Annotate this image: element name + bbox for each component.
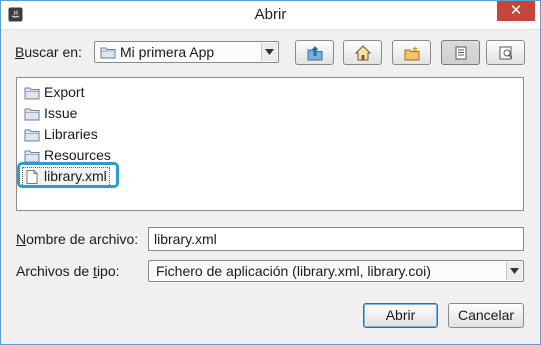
details-view-button[interactable] bbox=[486, 40, 525, 65]
folder-icon bbox=[24, 87, 40, 100]
look-in-combo[interactable]: Mi primera App bbox=[94, 41, 279, 63]
folder-icon bbox=[24, 129, 40, 142]
filetype-combo[interactable]: Fichero de aplicación (library.xml, libr… bbox=[148, 260, 524, 282]
filename-input[interactable] bbox=[154, 229, 514, 249]
look-in-label-text: uscar en: bbox=[24, 44, 82, 60]
filename-label: Nombre de archivo: bbox=[16, 231, 139, 247]
home-button[interactable] bbox=[343, 40, 382, 65]
up-one-level-button[interactable] bbox=[295, 40, 334, 65]
list-item-label: Issue bbox=[44, 105, 78, 121]
chevron-down-icon[interactable] bbox=[506, 262, 522, 280]
cancel-button[interactable]: Cancelar bbox=[448, 303, 524, 328]
list-view-button[interactable] bbox=[441, 40, 480, 65]
folder-icon bbox=[24, 150, 40, 163]
filetype-label: Archivos de tipo: bbox=[16, 263, 120, 279]
list-item-label: Export bbox=[44, 84, 85, 100]
filename-field[interactable] bbox=[148, 227, 524, 251]
chevron-down-icon[interactable] bbox=[261, 43, 277, 61]
close-button[interactable]: ✕ bbox=[497, 1, 535, 21]
look-in-label: Buscar en: bbox=[15, 44, 82, 60]
title-bar[interactable]: Abrir ✕ bbox=[1, 1, 540, 30]
filetype-value: Fichero de aplicación (library.xml, libr… bbox=[156, 263, 431, 279]
open-file-dialog: Abrir ✕ Buscar en: Mi primera App Export… bbox=[0, 0, 541, 345]
new-folder-button[interactable] bbox=[392, 40, 431, 65]
look-in-value: Mi primera App bbox=[120, 44, 215, 60]
list-item-label: Libraries bbox=[44, 126, 98, 142]
window-title: Abrir bbox=[254, 6, 287, 23]
open-button[interactable]: Abrir bbox=[363, 303, 438, 328]
folder-icon bbox=[100, 45, 116, 62]
file-list[interactable]: Export Issue Libraries Resources library… bbox=[16, 77, 524, 211]
annotation-highlight-box bbox=[17, 162, 119, 188]
list-item-label: Resources bbox=[44, 147, 111, 163]
folder-icon bbox=[24, 108, 40, 121]
